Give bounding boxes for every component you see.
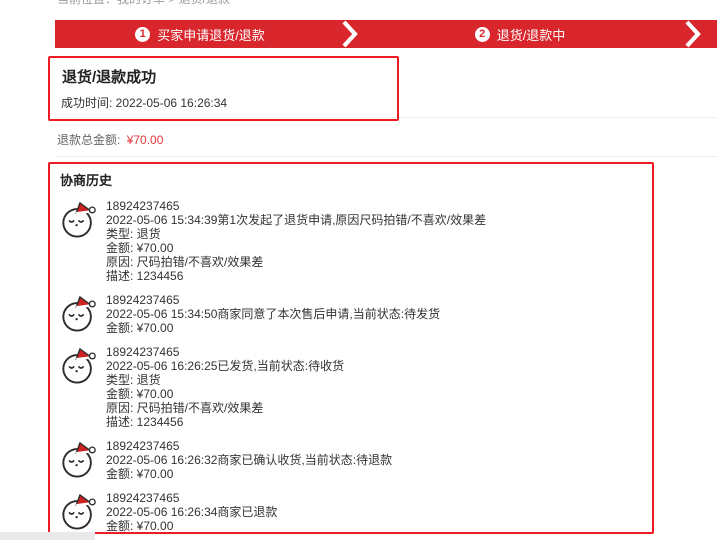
- history-entry-user: 18924237465: [106, 345, 344, 359]
- history-entry-text: 18924237465 2022-05-06 16:26:32商家已确认收货,当…: [106, 438, 392, 481]
- negotiation-history-title: 协商历史: [60, 170, 638, 189]
- footer-strip: [0, 532, 95, 540]
- history-entry-line: 金额: ¥70.00: [106, 387, 344, 401]
- history-entry: 18924237465 2022-05-06 15:34:39第1次发起了退货申…: [60, 198, 638, 283]
- history-entry-text: 18924237465 2022-05-06 15:34:50商家同意了本次售后…: [106, 292, 440, 335]
- step-buyer-apply: 1 买家申请退货/退款: [55, 20, 345, 48]
- chevron-right-icon: [342, 20, 358, 48]
- refund-success-title: 退货/退款成功: [62, 66, 156, 87]
- santa-hat-face-icon: [60, 198, 98, 240]
- history-entry-user: 18924237465: [106, 293, 440, 307]
- refund-total-label: 退款总金额:: [57, 133, 120, 147]
- history-entry-user: 18924237465: [106, 199, 486, 213]
- history-entry-line: 2022-05-06 16:26:34商家已退款: [106, 505, 277, 519]
- history-entry-line: 金额: ¥70.00: [106, 321, 440, 335]
- history-entry-text: 18924237465 2022-05-06 15:34:39第1次发起了退货申…: [106, 198, 486, 283]
- santa-hat-face-icon: [60, 344, 98, 386]
- history-entry-list: 18924237465 2022-05-06 15:34:39第1次发起了退货申…: [60, 198, 638, 533]
- step-refund-in-progress: 2 退货/退款中: [360, 20, 680, 48]
- history-entry-line: 金额: ¥70.00: [106, 241, 486, 255]
- history-entry-line: 类型: 退货: [106, 373, 344, 387]
- step-label: 买家申请退货/退款: [157, 25, 265, 44]
- history-entry-line: 金额: ¥70.00: [106, 467, 392, 481]
- history-entry-line: 2022-05-06 16:26:25已发货,当前状态:待收货: [106, 359, 344, 373]
- santa-hat-face-icon: [60, 438, 98, 480]
- step-number-badge: 1: [135, 27, 150, 42]
- history-entry-line: 2022-05-06 16:26:32商家已确认收货,当前状态:待退款: [106, 453, 392, 467]
- history-entry-line: 2022-05-06 15:34:39第1次发起了退货申请,原因尺码拍错/不喜欢…: [106, 213, 486, 227]
- history-entry-line: 原因: 尺码拍错/不喜欢/效果差: [106, 401, 344, 415]
- progress-stepper: 1 买家申请退货/退款 2 退货/退款中: [55, 20, 717, 48]
- history-entry: 18924237465 2022-05-06 16:26:32商家已确认收货,当…: [60, 438, 638, 481]
- history-entry: 18924237465 2022-05-06 15:34:50商家同意了本次售后…: [60, 292, 638, 335]
- santa-hat-face-icon: [60, 292, 98, 334]
- chevron-right-icon: [685, 20, 701, 48]
- history-entry-line: 2022-05-06 15:34:50商家同意了本次售后申请,当前状态:待发货: [106, 307, 440, 321]
- history-entry-user: 18924237465: [106, 491, 277, 505]
- history-entry-text: 18924237465 2022-05-06 16:26:34商家已退款金额: …: [106, 490, 277, 533]
- history-entry-line: 金额: ¥70.00: [106, 519, 277, 533]
- history-entry-user: 18924237465: [106, 439, 392, 453]
- breadcrumb-text: 当前位置：我的订单 > 退货/退款: [57, 0, 377, 5]
- history-entry: 18924237465 2022-05-06 16:26:34商家已退款金额: …: [60, 490, 638, 533]
- history-entry-line: 描述: 1234456: [106, 269, 486, 283]
- history-entry-line: 原因: 尺码拍错/不喜欢/效果差: [106, 255, 486, 269]
- section-divider: [55, 156, 717, 157]
- history-entry-line: 类型: 退货: [106, 227, 486, 241]
- refund-status-page: 当前位置：我的订单 > 退货/退款 1 买家申请退货/退款 2 退货/退款中 退…: [0, 0, 717, 540]
- refund-total-row: 退款总金额: ¥70.00: [57, 131, 163, 148]
- step-label: 退货/退款中: [497, 25, 566, 44]
- santa-hat-face-icon: [60, 490, 98, 532]
- section-divider: [55, 117, 717, 118]
- step-number-badge: 2: [475, 27, 490, 42]
- history-entry-line: 描述: 1234456: [106, 415, 344, 429]
- refund-success-time: 成功时间: 2022-05-06 16:26:34: [61, 94, 227, 111]
- refund-total-amount: ¥70.00: [127, 133, 164, 147]
- negotiation-history-section: 协商历史 18924237465 2022-05-06 15:34:39第1次发…: [60, 170, 638, 540]
- history-entry-text: 18924237465 2022-05-06 16:26:25已发货,当前状态:…: [106, 344, 344, 429]
- history-entry: 18924237465 2022-05-06 16:26:25已发货,当前状态:…: [60, 344, 638, 429]
- breadcrumb[interactable]: 当前位置：我的订单 > 退货/退款: [57, 0, 377, 5]
